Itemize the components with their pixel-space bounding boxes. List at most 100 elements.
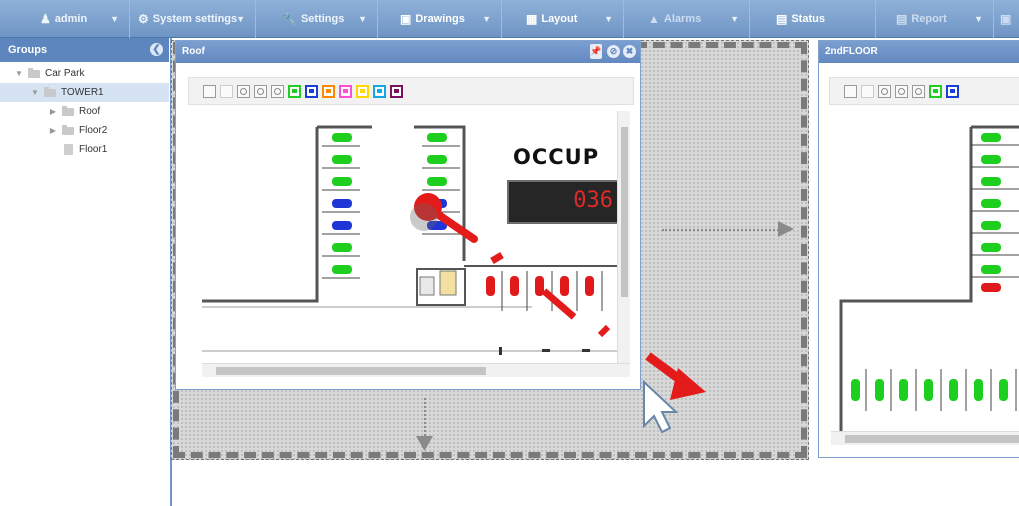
chevron-down-icon: ▼ xyxy=(110,14,119,24)
menu-report[interactable]: ▤ Report ▼ xyxy=(876,0,994,38)
menu-report-label: Report xyxy=(911,13,947,25)
second-floor-plan[interactable] xyxy=(831,111,1019,431)
user-icon: ♟ xyxy=(40,12,51,26)
group-tree: ▼ Car Park ▼ TOWER1 ▶ Roof ▶ Floor2 Floo… xyxy=(0,64,169,159)
zoom-in-icon[interactable] xyxy=(895,84,908,98)
roof-horizontal-scrollbar[interactable] xyxy=(202,363,630,377)
menu-alarms-label: Alarms xyxy=(663,13,702,25)
wrench-icon: 🔧 xyxy=(282,12,297,26)
zoom-out-icon[interactable] xyxy=(271,84,284,98)
drag-indicator-arrow xyxy=(643,352,706,434)
collapse-panel-button[interactable]: ❮ xyxy=(150,43,163,56)
folder-icon xyxy=(44,87,56,97)
tree-item-label: Car Park xyxy=(45,68,85,79)
flag-purple-icon[interactable] xyxy=(390,84,403,98)
roof-floor-plan[interactable]: OCCUP 036 xyxy=(202,111,617,363)
zoom-icon[interactable] xyxy=(878,84,891,98)
report-icon: ▤ xyxy=(896,12,908,26)
zoom-in-icon[interactable] xyxy=(254,84,267,98)
menu-layout-label: Layout xyxy=(541,13,578,25)
tree-item-label: Floor2 xyxy=(79,125,108,136)
tree-item-label: TOWER1 xyxy=(61,87,104,98)
menu-more[interactable]: ▣ xyxy=(994,0,1019,38)
chevron-down-icon: ▼ xyxy=(236,14,245,24)
minimize-button[interactable]: ⊘ xyxy=(607,45,620,58)
warning-icon: ▲ xyxy=(648,12,660,26)
second-floor-drawing xyxy=(839,125,1019,431)
edit-icon[interactable] xyxy=(844,84,857,98)
second-floor-window-title: 2ndFLOOR xyxy=(825,46,878,57)
roof-window-titlebar[interactable]: Roof 📌 ⊘ ✖ xyxy=(176,41,640,63)
flag-green-icon[interactable] xyxy=(288,84,301,98)
collapsed-arrow-icon[interactable]: ▶ xyxy=(48,102,58,121)
tree-item-label: Floor1 xyxy=(79,144,108,155)
top-menu-bar: ♟ admin ▼ ⚙ System settings ▼ 🔧 Settings… xyxy=(0,0,1019,38)
roof-drawing-window[interactable]: Roof 📌 ⊘ ✖ OCCUP 036 xyxy=(175,40,641,390)
menu-layout[interactable]: ▦ Layout ▼ xyxy=(502,0,624,38)
second-floor-toolbar xyxy=(829,77,1019,105)
second-floor-window-titlebar[interactable]: 2ndFLOOR xyxy=(819,41,1019,63)
folder-icon xyxy=(28,68,40,78)
flag-blue-icon[interactable] xyxy=(946,84,959,98)
mouse-cursor-icon xyxy=(643,379,679,434)
pin-icon[interactable]: 📌 xyxy=(590,44,602,59)
second-floor-drawing-window[interactable]: 2ndFLOOR xyxy=(818,40,1019,458)
image-icon: ▣ xyxy=(400,12,412,26)
layout-icon: ▦ xyxy=(526,12,538,26)
roof-vertical-scrollbar[interactable] xyxy=(617,111,630,363)
edit-icon[interactable] xyxy=(203,84,216,98)
flag-blue-icon[interactable] xyxy=(305,84,318,98)
chevron-down-icon: ▼ xyxy=(730,14,739,24)
occupancy-label: OCCUP xyxy=(513,145,600,169)
expand-arrow-icon[interactable]: ▼ xyxy=(30,83,40,102)
tree-item-roof[interactable]: ▶ Roof xyxy=(0,102,169,121)
select-icon[interactable] xyxy=(220,84,233,98)
tree-item-floor1[interactable]: Floor1 xyxy=(0,140,169,159)
vertical-scroll-thumb[interactable] xyxy=(621,127,628,297)
menu-system-settings[interactable]: ⚙ System settings ▼ xyxy=(130,0,256,38)
arrow-right-icon xyxy=(778,221,794,237)
more-icon: ▣ xyxy=(1000,12,1012,26)
zoom-icon[interactable] xyxy=(237,84,250,98)
menu-status[interactable]: ▤ Status xyxy=(750,0,876,38)
tree-item-label: Roof xyxy=(79,106,101,117)
menu-user-label: admin xyxy=(54,13,88,25)
occupancy-counter: 036 xyxy=(507,180,617,224)
flag-green-icon[interactable] xyxy=(929,84,942,98)
menu-settings-label: Settings xyxy=(300,13,345,25)
flag-orange-icon[interactable] xyxy=(322,84,335,98)
horizontal-scroll-thumb[interactable] xyxy=(845,435,1019,443)
tree-item-tower1[interactable]: ▼ TOWER1 xyxy=(0,83,169,102)
flag-pink-icon[interactable] xyxy=(339,84,352,98)
file-icon xyxy=(64,144,73,155)
horizontal-scroll-thumb[interactable] xyxy=(216,367,486,375)
expand-arrow-icon[interactable]: ▼ xyxy=(14,64,24,83)
menu-status-label: Status xyxy=(791,13,825,25)
chart-icon: ▤ xyxy=(776,12,788,26)
collapsed-arrow-icon[interactable]: ▶ xyxy=(48,121,58,140)
groups-panel-header: Groups ❮ xyxy=(0,38,169,62)
drag-direction-right-line xyxy=(662,229,782,231)
folder-icon xyxy=(62,125,74,135)
menu-settings[interactable]: 🔧 Settings ▼ xyxy=(256,0,378,38)
tree-item-floor2[interactable]: ▶ Floor2 xyxy=(0,121,169,140)
folder-icon xyxy=(62,106,74,116)
second-floor-horizontal-scrollbar[interactable] xyxy=(831,431,1019,445)
menu-drawings[interactable]: ▣ Drawings ▼ xyxy=(378,0,502,38)
menu-system-settings-label: System settings xyxy=(152,13,238,25)
zoom-out-icon[interactable] xyxy=(912,84,925,98)
chevron-down-icon: ▼ xyxy=(482,14,491,24)
drawing-toolbar xyxy=(188,77,634,105)
gear-icon: ⚙ xyxy=(138,12,149,26)
flag-cyan-icon[interactable] xyxy=(373,84,386,98)
flag-yellow-icon[interactable] xyxy=(356,84,369,98)
drag-direction-down-line xyxy=(424,398,426,440)
menu-user[interactable]: ♟ admin ▼ xyxy=(0,0,130,38)
tree-item-car-park[interactable]: ▼ Car Park xyxy=(0,64,169,83)
chevron-down-icon: ▼ xyxy=(604,14,613,24)
select-icon[interactable] xyxy=(861,84,874,98)
arrow-down-icon xyxy=(416,436,433,451)
menu-alarms[interactable]: ▲ Alarms ▼ xyxy=(624,0,750,38)
groups-title: Groups xyxy=(8,44,48,56)
close-button[interactable]: ✖ xyxy=(623,45,636,58)
